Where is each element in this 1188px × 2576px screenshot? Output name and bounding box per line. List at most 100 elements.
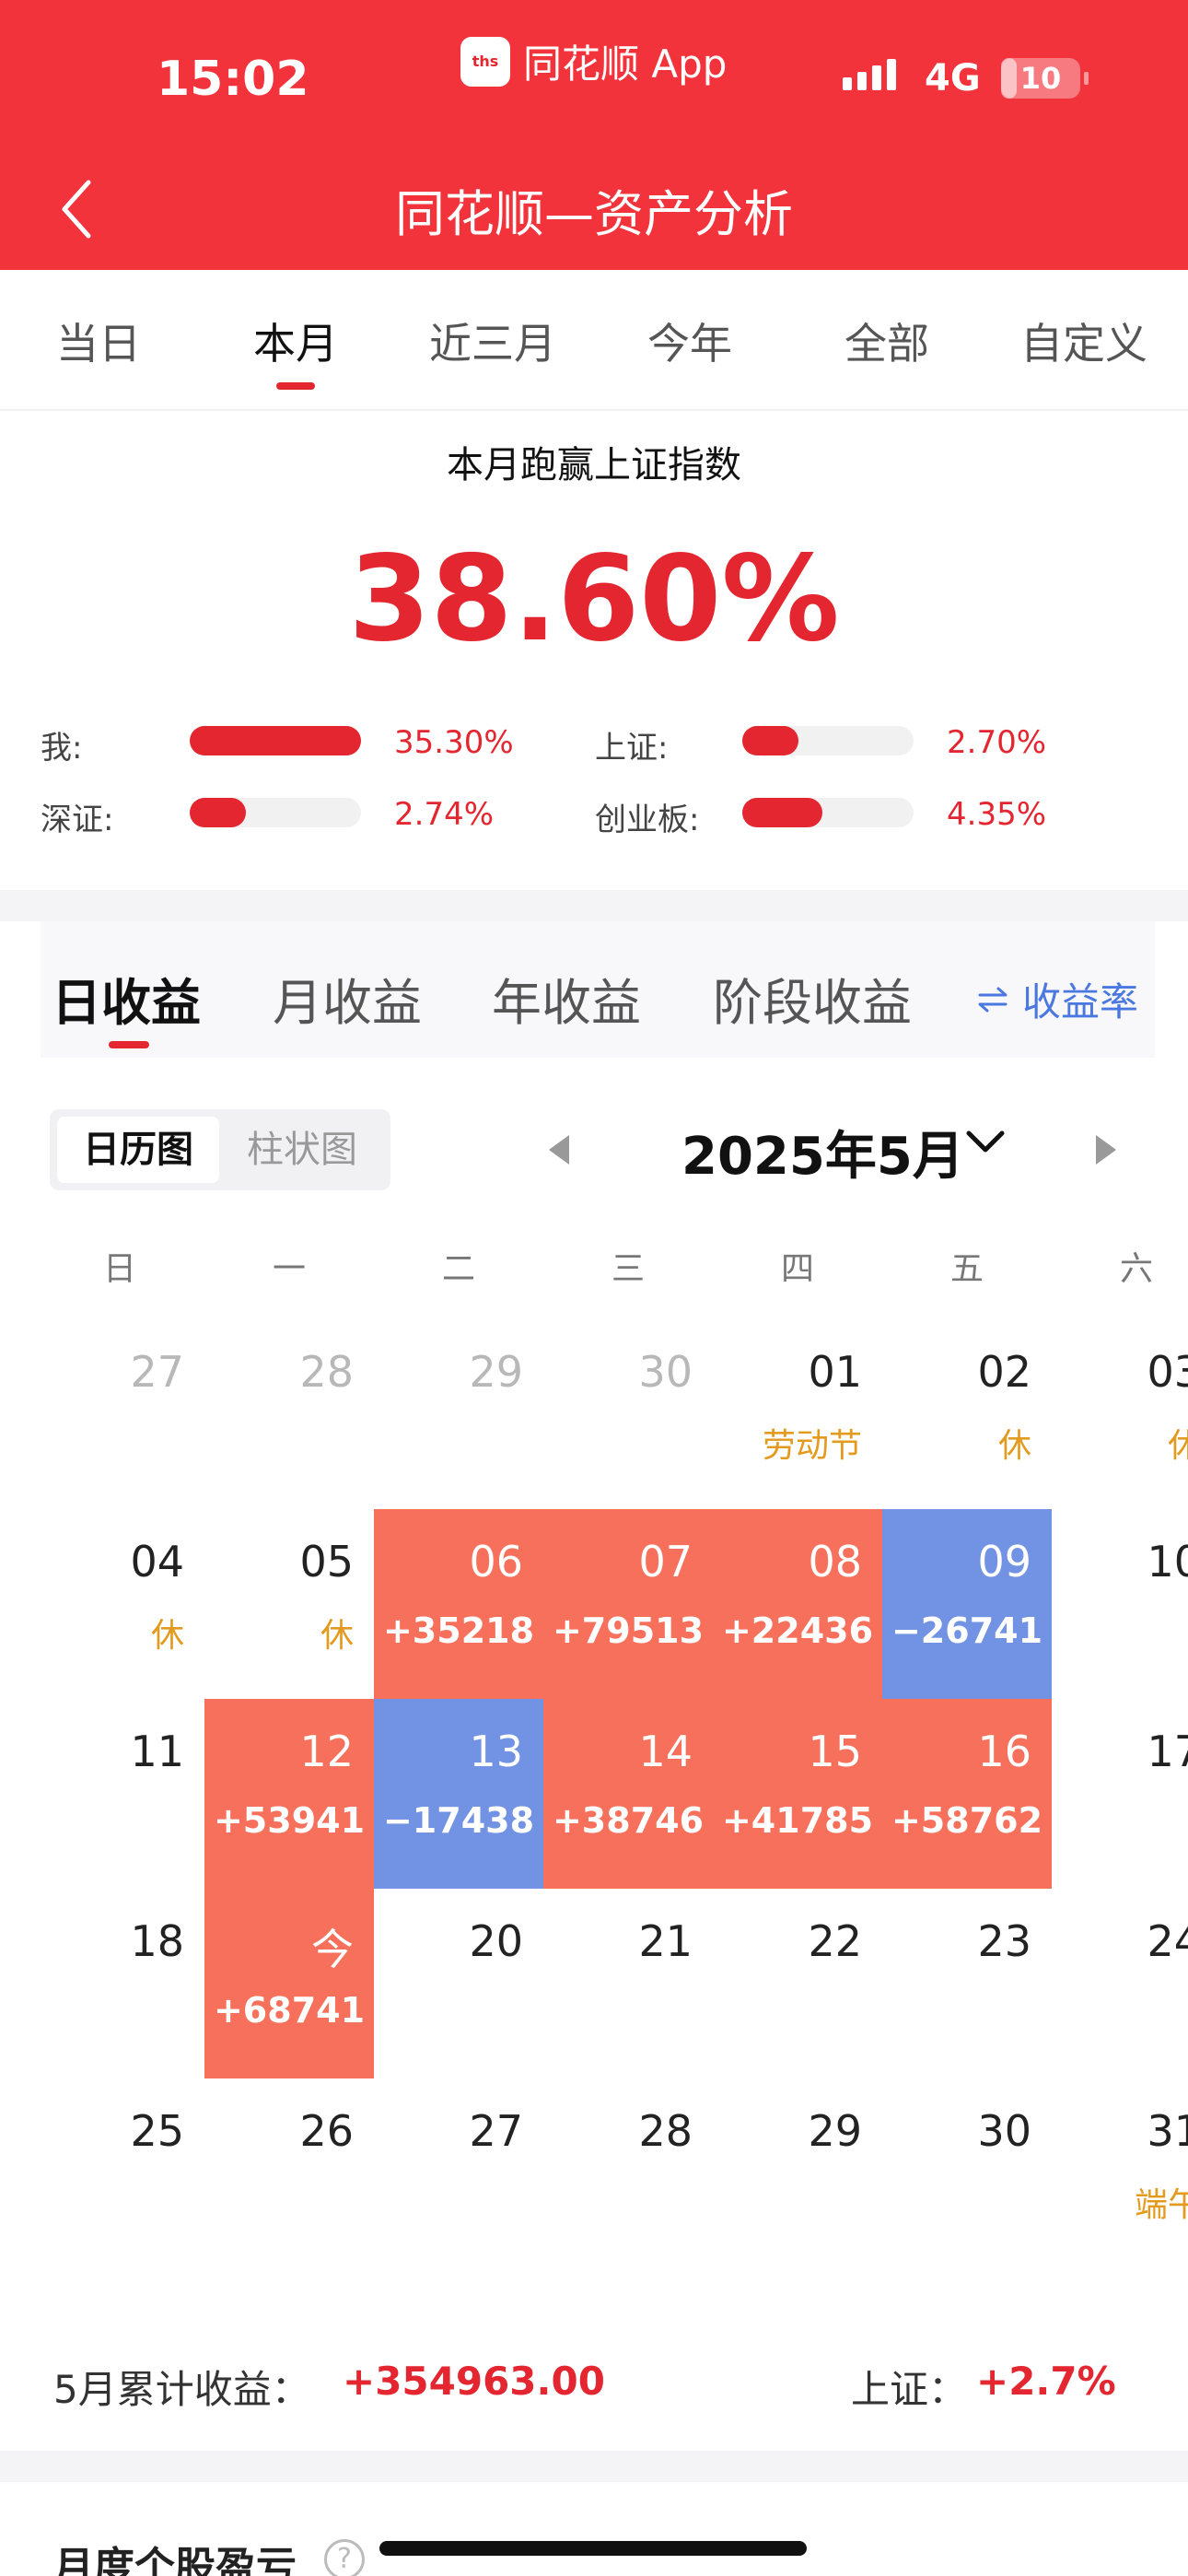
comparison-bar-fill: [742, 798, 823, 827]
calendar-day-cell[interactable]: 25: [35, 2078, 204, 2268]
calendar-day-cell[interactable]: 31 端午: [1052, 2078, 1188, 2268]
calendar-day-cell[interactable]: 16 +58762: [882, 1699, 1052, 1889]
day-number: 14: [638, 1727, 693, 1776]
calendar-day-cell[interactable]: 05 休: [204, 1509, 374, 1699]
calendar-day-cell[interactable]: 28: [204, 1319, 374, 1509]
help-icon[interactable]: ?: [324, 2539, 365, 2576]
weekday-label: 日: [102, 1250, 136, 1288]
app-indicator[interactable]: ths 同花顺 App: [460, 33, 727, 89]
calendar-day-cell[interactable]: 06 +35218: [374, 1509, 543, 1699]
calendar-day-cell[interactable]: 22: [713, 1889, 882, 2078]
tab-all[interactable]: 全部: [788, 310, 985, 371]
shenzhen-index-bar: [190, 798, 361, 827]
calendar-day-cell[interactable]: 27: [35, 1319, 204, 1509]
day-number: 22: [808, 1916, 862, 1966]
tab-today[interactable]: 当日: [0, 310, 197, 371]
calendar-day-cell[interactable]: 08 +22436: [713, 1509, 882, 1699]
bar-view-button[interactable]: 柱状图: [221, 1117, 383, 1183]
tab-period-returns[interactable]: 阶段收益: [713, 962, 912, 1035]
holiday-note: 休: [150, 1617, 184, 1655]
calendar-day-cell[interactable]: 13 −17438: [374, 1699, 543, 1889]
network-type: 4G: [925, 57, 981, 100]
return-rate-toggle[interactable]: 收益率: [976, 971, 1138, 1027]
shanghai-index-summary-label: 上证：: [851, 2367, 968, 2412]
tab-yearly-returns[interactable]: 年收益: [492, 962, 641, 1035]
battery-cap: [1084, 72, 1089, 85]
performance-heading: 本月跑赢上证指数: [447, 444, 741, 486]
calendar-day-cell[interactable]: 18: [35, 1889, 204, 2078]
calendar-day-cell[interactable]: 17: [1052, 1699, 1188, 1889]
battery-level: 10: [1019, 61, 1062, 96]
holiday-note: 端午: [1134, 2186, 1188, 2224]
battery-icon: 10: [1001, 58, 1080, 99]
day-number: 16: [977, 1727, 1031, 1776]
holiday-note: 休: [997, 1427, 1031, 1465]
day-number: 27: [130, 1347, 184, 1397]
calendar-day-cell[interactable]: 09 −26741: [882, 1509, 1052, 1699]
calendar-day-cell[interactable]: 30: [543, 1319, 713, 1509]
monthly-total-value: +354963.00: [343, 2359, 605, 2404]
tab-last-three-months[interactable]: 近三月: [394, 310, 591, 371]
calendar-day-cell[interactable]: 02 休: [882, 1319, 1052, 1509]
returns-section: 日收益 月收益 年收益 阶段收益 收益率 日历图 柱状图 2025年5月 日 一 二…: [0, 921, 1188, 2451]
calendar-day-cell[interactable]: 07 +79513: [543, 1509, 713, 1699]
day-number: 31: [1147, 2106, 1188, 2156]
day-number: 07: [638, 1537, 693, 1587]
calendar-day-cell[interactable]: 03 休: [1052, 1319, 1188, 1509]
tab-this-year[interactable]: 今年: [591, 310, 788, 371]
calendar-day-cell[interactable]: 26: [204, 2078, 374, 2268]
return-rate-label: 收益率: [1022, 979, 1139, 1025]
calendar-day-cell[interactable]: 20: [374, 1889, 543, 2078]
day-number: 01: [808, 1347, 862, 1397]
day-number: 29: [808, 2106, 862, 2156]
day-number: 30: [977, 2106, 1031, 2156]
day-number: 27: [469, 2106, 523, 2156]
calendar-view-button[interactable]: 日历图: [57, 1117, 219, 1183]
tab-custom[interactable]: 自定义: [985, 310, 1182, 371]
view-toggle: 日历图 柱状图: [50, 1109, 390, 1190]
day-number: 28: [638, 2106, 693, 2156]
calendar-day-cell[interactable]: 27: [374, 2078, 543, 2268]
range-tabs: 当日 本月 近三月 今年 全部 自定义: [0, 270, 1188, 410]
my-return-bar: [190, 726, 361, 755]
tab-monthly-returns[interactable]: 月收益: [273, 962, 422, 1035]
day-number: 24: [1147, 1916, 1188, 1966]
calendar-day-cell[interactable]: 04 休: [35, 1509, 204, 1699]
daily-return-value: +79513: [552, 1610, 705, 1651]
home-indicator: [379, 2541, 807, 2556]
calendar-day-cell[interactable]: 28: [543, 2078, 713, 2268]
calendar-day-cell[interactable]: 29: [374, 1319, 543, 1509]
returns-tab-indicator: [109, 1041, 149, 1048]
month-selector[interactable]: 2025年5月: [681, 1115, 964, 1189]
daily-return-value: −26741: [891, 1610, 1043, 1651]
tab-this-month[interactable]: 本月: [197, 310, 394, 371]
calendar-day-cell[interactable]: 23: [882, 1889, 1052, 2078]
calendar-day-cell[interactable]: 30: [882, 2078, 1052, 2268]
calendar-day-cell[interactable]: 10: [1052, 1509, 1188, 1699]
shenzhen-index-percent: 2.74%: [394, 796, 495, 833]
day-number: 08: [808, 1537, 862, 1587]
calendar-day-cell[interactable]: 今 +68741: [204, 1889, 374, 2078]
day-number: 13: [469, 1727, 523, 1776]
chevron-down-icon[interactable]: [963, 1124, 1007, 1161]
chinext-index-label: 创业板:: [595, 802, 700, 838]
calendar-day-cell[interactable]: 21: [543, 1889, 713, 2078]
chinext-index-bar: [742, 798, 914, 827]
calendar-day-cell[interactable]: 11: [35, 1699, 204, 1889]
calendar-day-cell[interactable]: 24: [1052, 1889, 1188, 2078]
calendar-day-cell[interactable]: 14 +38746: [543, 1699, 713, 1889]
app-logo-icon: ths: [460, 36, 510, 87]
calendar-day-cell[interactable]: 29: [713, 2078, 882, 2268]
daily-return-value: +38746: [552, 1800, 705, 1841]
next-month-arrow-icon[interactable]: [1096, 1135, 1116, 1165]
swap-arrows-icon: [978, 987, 1007, 1012]
tab-daily-returns[interactable]: 日收益: [52, 962, 201, 1035]
calendar-day-cell[interactable]: 12 +53941: [204, 1699, 374, 1889]
calendar-day-cell[interactable]: 01 劳动节: [713, 1319, 882, 1509]
comparison-bar-fill: [742, 726, 799, 755]
calendar-day-cell[interactable]: 15 +41785: [713, 1699, 882, 1889]
prev-month-arrow-icon[interactable]: [549, 1135, 569, 1165]
weekday-label: 六: [1119, 1250, 1153, 1288]
weekday-label: 二: [441, 1250, 475, 1288]
day-number: 18: [130, 1916, 184, 1966]
